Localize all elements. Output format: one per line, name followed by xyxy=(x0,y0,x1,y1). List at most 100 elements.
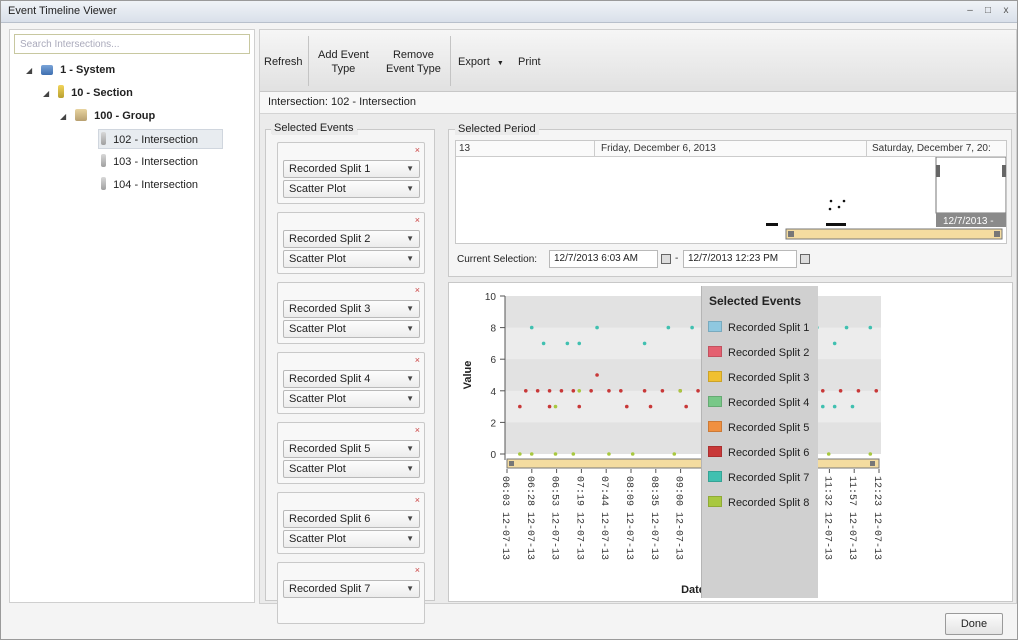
search-intersections-input[interactable] xyxy=(14,34,250,54)
tree-label: 102 - Intersection xyxy=(113,134,199,146)
legend-swatch xyxy=(708,446,722,457)
chevron-down-icon: ▼ xyxy=(406,444,414,453)
timeline-date-left: 13 xyxy=(459,143,471,154)
add-event-type-label-2: Type xyxy=(331,63,356,75)
event-timeline-window: Event Timeline Viewer – □ x ◢ 1 - System… xyxy=(0,0,1018,640)
export-button[interactable]: Export ▼ xyxy=(458,55,504,71)
remove-event-icon[interactable]: × xyxy=(415,565,420,575)
legend-title: Selected Events xyxy=(709,294,802,308)
tree-expander-icon[interactable]: ◢ xyxy=(60,107,70,127)
legend-item[interactable]: Recorded Split 5 xyxy=(708,420,809,436)
plot-type-select[interactable]: Scatter Plot ▼ xyxy=(283,250,420,268)
data-point xyxy=(559,389,564,393)
calendar-icon[interactable] xyxy=(800,254,810,264)
legend-item[interactable]: Recorded Split 2 xyxy=(708,345,809,361)
remove-event-icon[interactable]: × xyxy=(415,495,420,505)
selection-handle-left[interactable] xyxy=(936,165,940,177)
event-type-select[interactable]: Recorded Split 7 ▼ xyxy=(283,580,420,598)
plot-type-select[interactable]: Scatter Plot ▼ xyxy=(283,530,420,548)
data-point xyxy=(696,389,700,393)
data-point xyxy=(595,325,599,330)
data-point xyxy=(547,404,552,409)
intersection-icon xyxy=(101,132,106,145)
close-icon[interactable]: x xyxy=(999,4,1013,17)
legend-item[interactable]: Recorded Split 6 xyxy=(708,445,809,461)
timeline-scrollbar[interactable] xyxy=(785,228,1003,240)
calendar-icon[interactable] xyxy=(661,254,671,264)
tree-node-section[interactable]: ◢ 10 - Section xyxy=(43,83,133,103)
event-type-select[interactable]: Recorded Split 1 ▼ xyxy=(283,160,420,178)
remove-event-type-button[interactable]: Remove Event Type xyxy=(386,48,441,76)
start-datetime-input[interactable]: 12/7/2013 6:03 AM xyxy=(549,250,658,268)
event-card: × Recorded Split 2 ▼ Scatter Plot ▼ xyxy=(277,212,425,274)
plot-band xyxy=(505,359,881,391)
add-event-type-button[interactable]: Add Event Type xyxy=(318,48,369,76)
maximize-icon[interactable]: □ xyxy=(981,4,995,17)
y-tick-label: 2 xyxy=(490,418,496,429)
remove-event-icon[interactable]: × xyxy=(415,285,420,295)
data-point xyxy=(553,452,558,456)
scatter-chart[interactable]: 0 2 4 6 8 10 Value 06:03 12-07-13 06:28 12-07-13… xyxy=(449,283,889,601)
scroll-left-icon[interactable] xyxy=(788,231,794,237)
intersection-icon xyxy=(101,154,106,167)
x-tick-label: 12:23 12-07-13 xyxy=(871,476,882,560)
legend-item[interactable]: Recorded Split 7 xyxy=(708,470,809,486)
legend-item[interactable]: Recorded Split 4 xyxy=(708,395,809,411)
tree-node-intersection-103[interactable]: 103 - Intersection xyxy=(99,152,198,172)
event-type-value: Recorded Split 1 xyxy=(289,163,371,175)
event-type-select[interactable]: Recorded Split 2 ▼ xyxy=(283,230,420,248)
tree-label: 103 - Intersection xyxy=(113,156,199,168)
data-point xyxy=(648,404,653,409)
selection-window-label: 12/7/2013 - xyxy=(943,216,994,227)
scroll-right-icon[interactable] xyxy=(994,231,1000,237)
plot-type-select[interactable]: Scatter Plot ▼ xyxy=(283,390,420,408)
remove-event-icon[interactable]: × xyxy=(415,355,420,365)
intersection-tree-panel: ◢ 1 - System ◢ 10 - Section ◢ 100 - Grou… xyxy=(9,29,255,603)
legend-item[interactable]: Recorded Split 1 xyxy=(708,320,809,336)
overview-mark xyxy=(837,205,841,209)
event-type-select[interactable]: Recorded Split 5 ▼ xyxy=(283,440,420,458)
chevron-down-icon: ▼ xyxy=(406,254,414,263)
remove-event-icon[interactable]: × xyxy=(415,425,420,435)
tree-expander-icon[interactable]: ◢ xyxy=(26,61,36,81)
tree-node-intersection-104[interactable]: 104 - Intersection xyxy=(99,175,198,195)
legend-item[interactable]: Recorded Split 3 xyxy=(708,370,809,386)
data-point xyxy=(630,452,635,456)
remove-event-icon[interactable]: × xyxy=(415,215,420,225)
plot-type-select[interactable]: Scatter Plot ▼ xyxy=(283,460,420,478)
data-point xyxy=(607,452,611,456)
selected-period-title: Selected Period xyxy=(455,123,539,135)
legend-item[interactable]: Recorded Split 8 xyxy=(708,495,809,511)
event-type-select[interactable]: Recorded Split 3 ▼ xyxy=(283,300,420,318)
event-type-select[interactable]: Recorded Split 6 ▼ xyxy=(283,510,420,528)
x-tick-label: 11:57 12-07-13 xyxy=(846,476,857,560)
refresh-button[interactable]: Refresh xyxy=(264,55,303,69)
data-point xyxy=(523,389,528,393)
tree-node-intersection-102[interactable]: 102 - Intersection xyxy=(98,129,223,149)
plot-type-select[interactable]: Scatter Plot ▼ xyxy=(283,180,420,198)
legend-label: Recorded Split 6 xyxy=(728,447,810,459)
selection-handle-right[interactable] xyxy=(1002,165,1006,177)
event-type-select[interactable]: Recorded Split 4 ▼ xyxy=(283,370,420,388)
print-button[interactable]: Print xyxy=(518,55,541,69)
selection-window[interactable] xyxy=(935,157,1006,214)
done-button[interactable]: Done xyxy=(945,613,1003,635)
minimize-icon[interactable]: – xyxy=(963,4,977,17)
tree-label: 1 - System xyxy=(60,64,116,76)
end-datetime-input[interactable]: 12/7/2013 12:23 PM xyxy=(683,250,797,268)
data-point xyxy=(619,389,623,393)
data-point xyxy=(838,389,843,393)
remove-event-icon[interactable]: × xyxy=(415,145,420,155)
data-point xyxy=(690,325,694,330)
window-title: Event Timeline Viewer xyxy=(8,5,117,17)
legend-label: Recorded Split 2 xyxy=(728,347,810,359)
event-card: × Recorded Split 5 ▼ Scatter Plot ▼ xyxy=(277,422,425,484)
tree-node-system[interactable]: ◢ 1 - System xyxy=(26,60,115,80)
tree-expander-icon[interactable]: ◢ xyxy=(43,84,53,104)
timeline-date-right: Saturday, December 7, 20: xyxy=(872,143,991,154)
event-type-value: Recorded Split 7 xyxy=(289,583,371,595)
event-card: × Recorded Split 7 ▼ xyxy=(277,562,425,624)
tree-node-group[interactable]: ◢ 100 - Group xyxy=(60,106,155,126)
period-timeline[interactable]: 13 Friday, December 6, 2013 Saturday, De… xyxy=(455,140,1007,244)
plot-type-select[interactable]: Scatter Plot ▼ xyxy=(283,320,420,338)
